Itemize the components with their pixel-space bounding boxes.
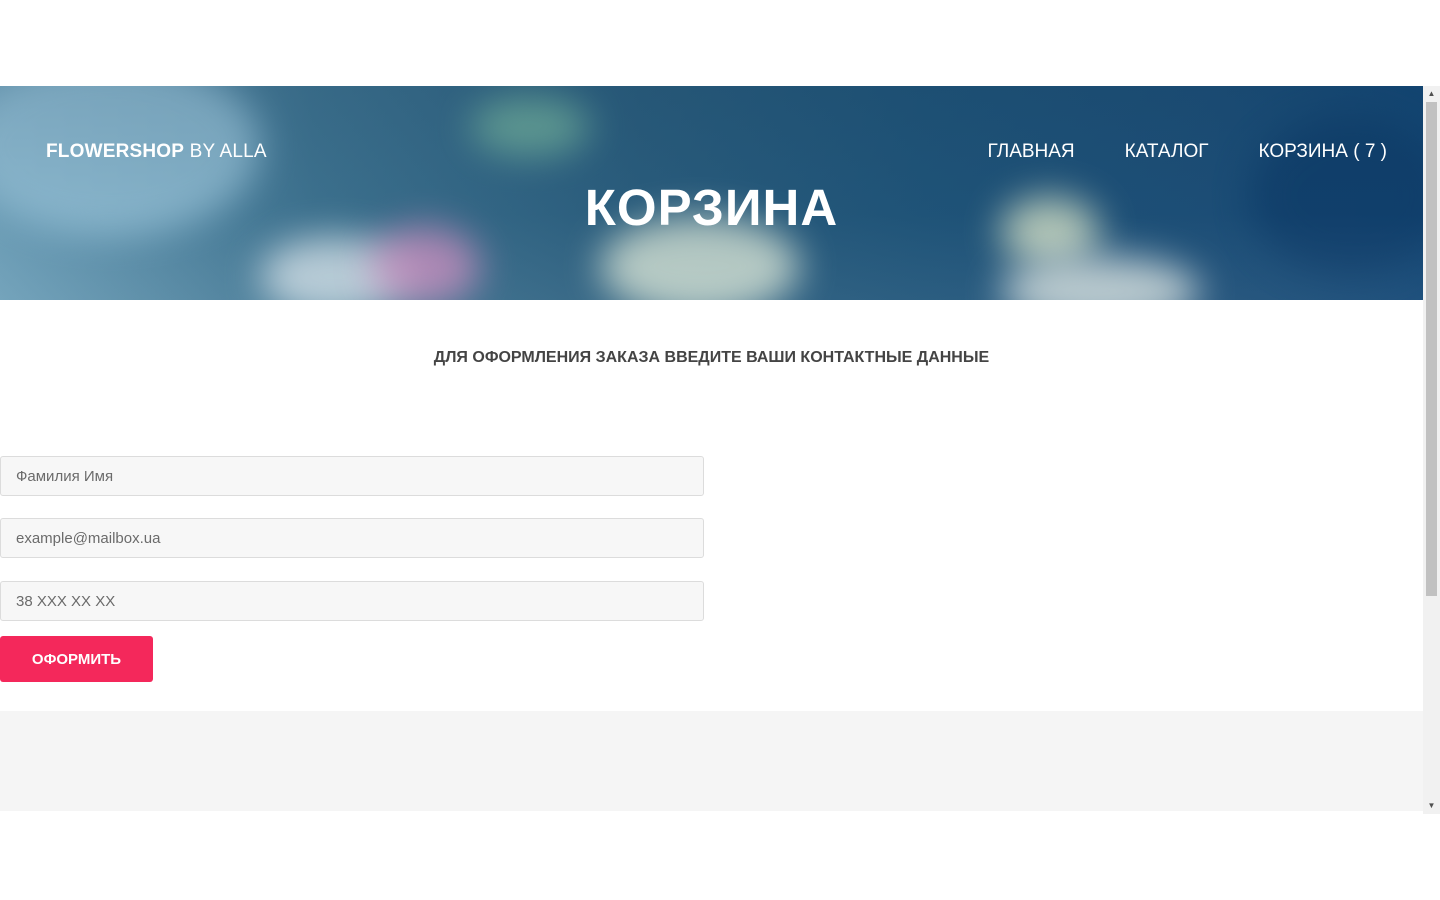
name-input[interactable] (1, 457, 703, 495)
email-field (0, 518, 704, 558)
browser-viewport: FLOWERSHOP BY ALLA ГЛАВНАЯ КАТАЛОГ КОРЗИ… (0, 86, 1440, 814)
page-title: КОРЗИНА (584, 179, 839, 236)
hero-header: FLOWERSHOP BY ALLA ГЛАВНАЯ КАТАЛОГ КОРЗИ… (0, 86, 1423, 300)
chevron-down-icon[interactable]: ▼ (1423, 799, 1440, 813)
brand-name: FLOWERSHOP (46, 141, 185, 162)
phone-input[interactable] (1, 582, 703, 620)
phone-field (0, 581, 704, 621)
order-instructions: ДЛЯ ОФОРМЛЕНИЯ ЗАКАЗА ВВЕДИТЕ ВАШИ КОНТА… (433, 349, 990, 366)
name-field (0, 456, 704, 496)
submit-order-button[interactable]: ОФОРМИТЬ (0, 636, 153, 682)
nav-cart-link[interactable]: КОРЗИНА ( 7 ) (1259, 141, 1387, 163)
nav-home-link[interactable]: ГЛАВНАЯ (988, 141, 1075, 163)
vertical-scrollbar[interactable]: ▲ ▼ (1423, 86, 1440, 814)
brand-suffix: BY ALLA (189, 141, 267, 162)
email-input[interactable] (1, 519, 703, 557)
chevron-up-icon[interactable]: ▲ (1423, 87, 1440, 101)
brand-logo[interactable]: FLOWERSHOP BY ALLA (46, 141, 267, 163)
nav-catalog-link[interactable]: КАТАЛОГ (1125, 141, 1209, 163)
footer-section (0, 711, 1423, 811)
cart-page: FLOWERSHOP BY ALLA ГЛАВНАЯ КАТАЛОГ КОРЗИ… (0, 86, 1423, 814)
scrollbar-thumb[interactable] (1426, 102, 1437, 596)
main-nav: ГЛАВНАЯ КАТАЛОГ КОРЗИНА ( 7 ) (988, 141, 1388, 163)
